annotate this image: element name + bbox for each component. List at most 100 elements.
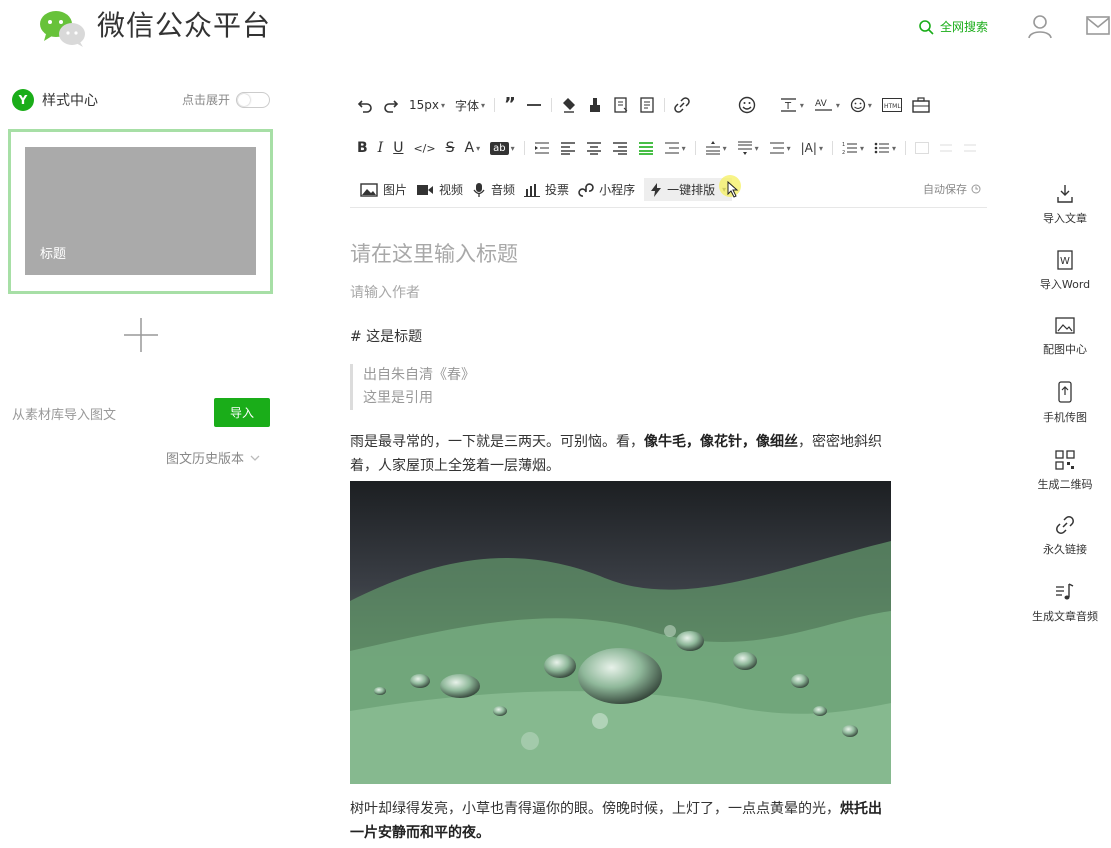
ordered-list-icon[interactable]: 1 2 ▾: [837, 137, 869, 159]
svg-text:W: W: [1060, 256, 1070, 267]
toolbox-icon[interactable]: [907, 94, 935, 116]
align-right-icon[interactable]: [607, 137, 633, 159]
italic-icon[interactable]: I: [373, 137, 389, 159]
sidebar-item-label: 手机传图: [1043, 411, 1087, 424]
markdown-heading-line[interactable]: # 这是标题: [350, 326, 422, 346]
margin-icon[interactable]: ▾: [764, 137, 796, 159]
style-center-link[interactable]: Y 样式中心: [12, 89, 98, 111]
insert-vote-button[interactable]: 投票: [524, 181, 578, 198]
font-color-icon[interactable]: A ▾: [459, 137, 485, 159]
toolbar-divider: [904, 141, 906, 155]
insert-video-button[interactable]: 视频: [416, 181, 472, 198]
font-family-select[interactable]: 字体 ▾: [450, 94, 490, 116]
horizontal-rule-icon[interactable]: [521, 94, 547, 116]
image-center-icon: [1055, 317, 1075, 334]
text-direction-icon[interactable]: |A| ▾: [796, 137, 828, 159]
clock-icon: [971, 184, 981, 194]
sidebar-item-label: 导入Word: [1039, 278, 1091, 291]
table-column-icon-disabled[interactable]: [934, 137, 958, 159]
import-button[interactable]: 导入: [214, 398, 270, 427]
brand-title: 微信公众平台: [97, 9, 272, 42]
document-icon[interactable]: [634, 94, 660, 116]
toolbar-divider: [523, 141, 525, 155]
emoji-icon[interactable]: [733, 94, 761, 116]
article-author-input[interactable]: 请输入作者: [350, 282, 420, 302]
insert-miniprogram-button[interactable]: 小程序: [578, 181, 644, 198]
undo-icon[interactable]: [352, 94, 378, 116]
align-justify-icon[interactable]: [633, 137, 659, 159]
unordered-list-icon[interactable]: ▾: [869, 137, 901, 159]
global-search-button[interactable]: 全网搜索: [918, 18, 988, 35]
clear-format-icon[interactable]: [556, 94, 582, 116]
add-article-icon[interactable]: [123, 317, 159, 353]
article-thumb-title: 标题: [40, 247, 67, 262]
font-size-select[interactable]: 15px ▾: [404, 94, 450, 116]
sidebar-item-permanent-link[interactable]: 永久链接: [1027, 515, 1103, 557]
sidebar-item-generate-audio[interactable]: 生成文章音频: [1027, 582, 1103, 624]
miniprogram-icon: [578, 182, 594, 197]
align-center-icon[interactable]: [581, 137, 607, 159]
hyperlink-icon[interactable]: [669, 94, 695, 116]
expand-label: 点击展开: [182, 93, 231, 107]
table-row-icon-disabled[interactable]: [958, 137, 982, 159]
line-height-icon[interactable]: T ▾: [775, 94, 809, 116]
import-article-icon: [1057, 185, 1073, 203]
insert-template-icon[interactable]: [608, 94, 634, 116]
sidebar-item-import-word[interactable]: W 导入Word: [1027, 250, 1103, 292]
qrcode-icon: [1055, 450, 1075, 470]
user-icon[interactable]: [1027, 12, 1055, 40]
paragraph-2[interactable]: 树叶却绿得发亮，小草也青得逼你的眼。傍晚时候，上灯了，一点点黄晕的光，烘托出一片…: [350, 797, 895, 845]
emoticon-icon[interactable]: ▾: [845, 94, 877, 116]
expand-toggle[interactable]: [236, 91, 271, 108]
autosave-label: 自动保存: [923, 183, 967, 196]
table-icon-disabled[interactable]: [910, 137, 934, 159]
underline-icon[interactable]: U: [388, 137, 408, 159]
redo-icon[interactable]: [378, 94, 404, 116]
insert-audio-button[interactable]: 音频: [472, 181, 524, 198]
history-versions-label: 图文历史版本: [166, 452, 245, 467]
mail-icon[interactable]: [1085, 14, 1111, 38]
format-painter-icon[interactable]: [582, 94, 608, 116]
quote-line-2: 这里是引用: [363, 390, 433, 406]
sidebar-item-import-article[interactable]: 导入文章: [1027, 184, 1103, 226]
search-icon: [919, 19, 934, 35]
insert-audio-label: 音频: [491, 183, 516, 197]
sidebar-item-phone-upload[interactable]: 手机传图: [1027, 381, 1103, 425]
spacing-after-icon[interactable]: ▾: [732, 137, 764, 159]
article-title-input[interactable]: 请在这里输入标题: [350, 238, 518, 268]
global-search-label: 全网搜索: [940, 20, 989, 34]
insert-image-label: 图片: [383, 183, 408, 197]
sidebar-item-generate-qrcode[interactable]: 生成二维码: [1027, 450, 1103, 492]
toolbar-row-2: B I U </> S A ▾ ab ▾ ▾ ▾ ▾ ▾ |A| ▾ 1 2 ▾ ▾: [352, 137, 982, 159]
wechat-logo-icon: [40, 11, 85, 47]
indent-icon[interactable]: [529, 137, 555, 159]
word-icon: W: [1057, 250, 1073, 270]
history-versions-link[interactable]: 图文历史版本: [166, 448, 260, 467]
font-family-label: 字体: [455, 98, 480, 113]
article-card[interactable]: 标题: [8, 129, 273, 294]
highlight-color-icon[interactable]: ab ▾: [485, 137, 520, 159]
lightning-icon: [651, 182, 662, 197]
html-source-icon[interactable]: HTML: [877, 94, 907, 116]
blockquote[interactable]: 出自朱自清《春》 这里是引用: [350, 364, 475, 410]
sidebar-item-image-center[interactable]: 配图中心: [1027, 317, 1103, 357]
para2-text-a: 树叶却绿得发亮，小草也青得逼你的眼。傍晚时候，上灯了，一点点黄晕的光，: [350, 801, 840, 817]
strikethrough-icon[interactable]: S: [441, 137, 460, 159]
toolbar-divider: [550, 98, 552, 112]
bold-icon[interactable]: B: [352, 137, 373, 159]
mouse-cursor-icon: [719, 175, 741, 198]
paragraph-1[interactable]: 雨是最寻常的，一下就是三两天。可别恼。看，像牛毛，像花针，像细丝，密密地斜织着，…: [350, 430, 895, 478]
sidebar-item-label: 生成二维码: [1037, 478, 1093, 491]
align-left-icon[interactable]: [555, 137, 581, 159]
spacing-before-icon[interactable]: ▾: [700, 137, 732, 159]
letter-spacing-icon[interactable]: AV ▾: [809, 94, 845, 116]
article-photo-water-droplets[interactable]: [350, 481, 891, 784]
paragraph-indent-icon[interactable]: ▾: [659, 137, 691, 159]
editor-divider: [350, 207, 987, 208]
blockquote-icon[interactable]: ”: [499, 94, 521, 116]
para1-text-a: 雨是最寻常的，一下就是三两天。可别恼。看，: [350, 434, 644, 450]
code-icon[interactable]: </>: [408, 137, 440, 159]
svg-text:AV: AV: [815, 99, 828, 109]
insert-image-button[interactable]: 图片: [360, 181, 416, 198]
image-icon: [360, 182, 378, 197]
